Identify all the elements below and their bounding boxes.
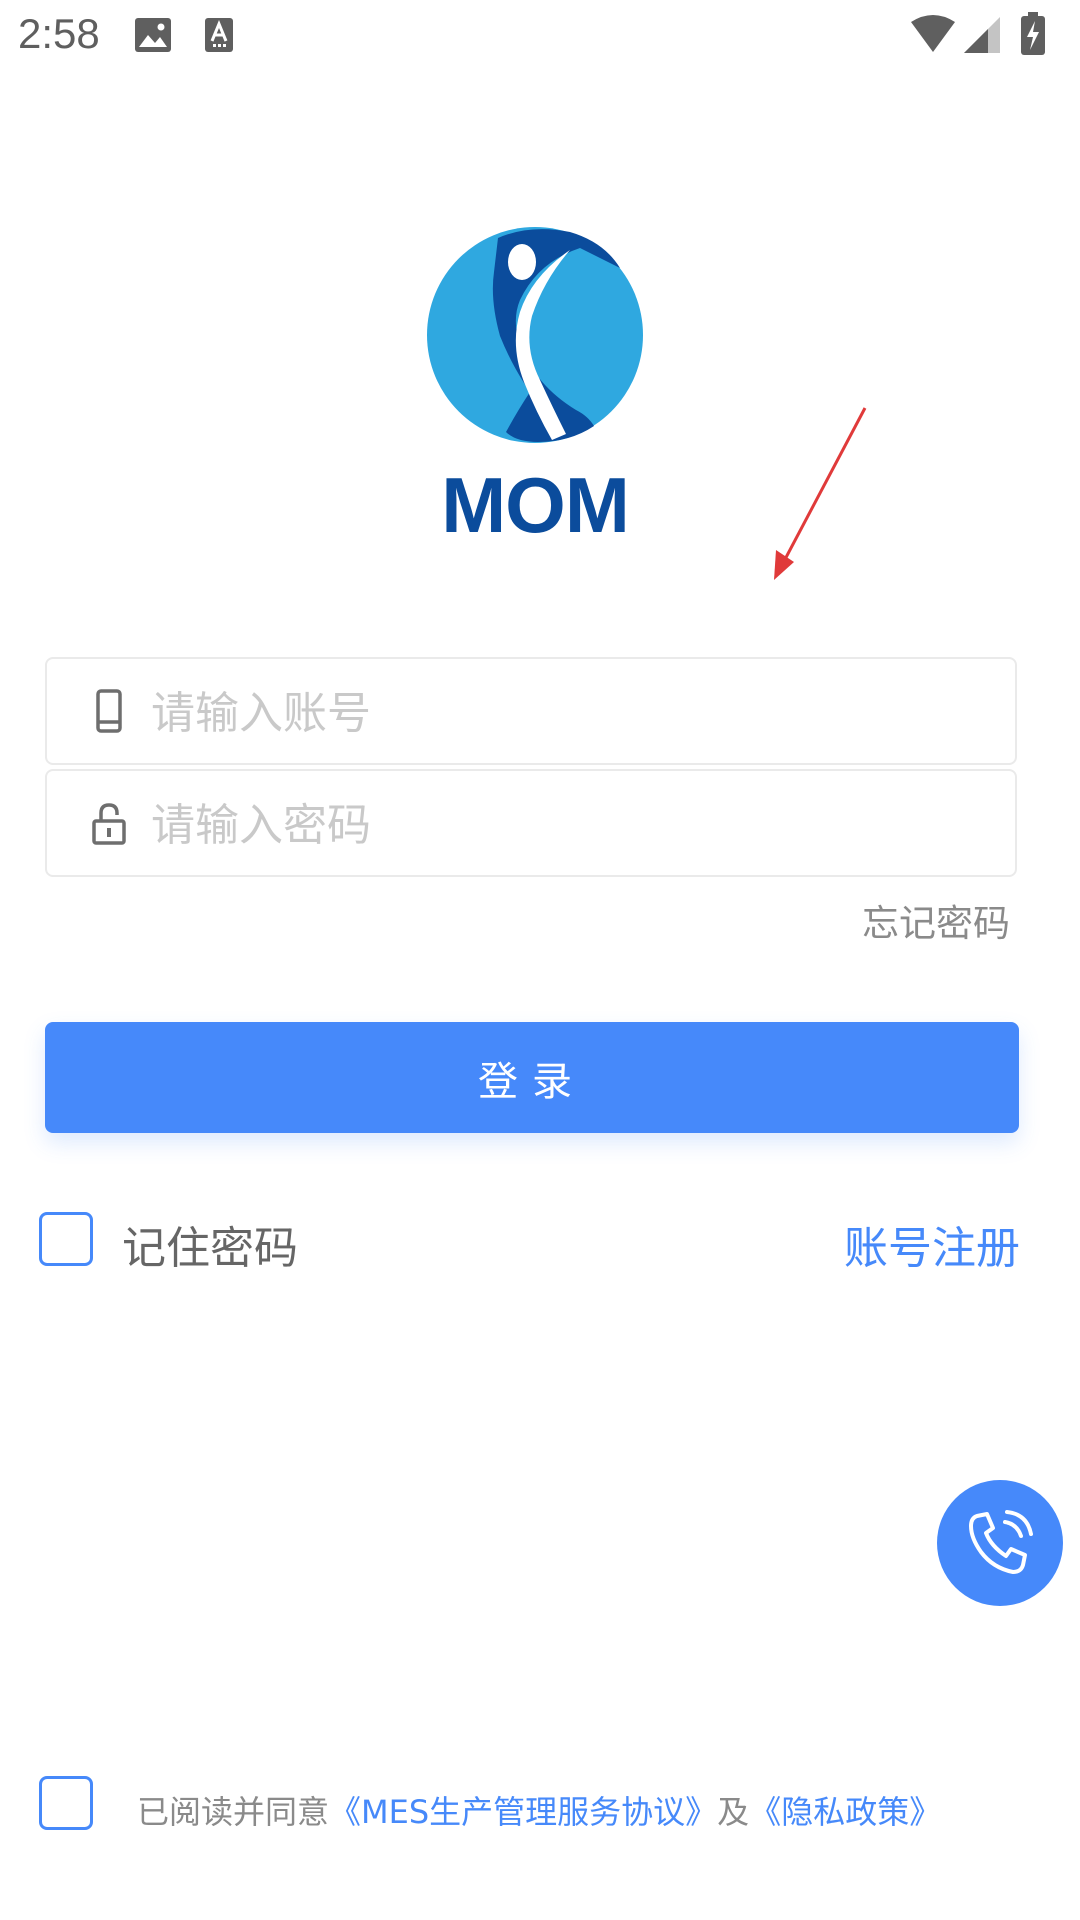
battery-charging-icon [1021, 12, 1045, 55]
status-bar: 2:58 [0, 0, 1080, 72]
account-field[interactable] [45, 657, 1017, 765]
account-input[interactable] [149, 677, 993, 749]
remember-password-checkbox[interactable] [39, 1212, 93, 1266]
login-button[interactable]: 登录 [45, 1022, 1019, 1133]
a-notification-icon [205, 18, 233, 52]
image-icon [135, 18, 171, 52]
status-time: 2:58 [18, 10, 100, 57]
service-agreement-link[interactable]: 《MES生产管理服务协议》 [329, 1793, 717, 1831]
privacy-policy-link[interactable]: 《隐私政策》 [749, 1793, 941, 1831]
phone-call-icon [969, 1510, 1033, 1574]
agreement-checkbox[interactable] [39, 1776, 93, 1830]
agreement-connector: 及 [717, 1793, 750, 1831]
password-input[interactable] [149, 789, 993, 861]
wifi-icon [911, 15, 955, 52]
cell-signal-icon [964, 17, 1000, 53]
logo-emblem-icon [427, 227, 643, 443]
remember-password-label: 记住密码 [122, 1223, 298, 1274]
forgot-password-link[interactable]: 忘记密码 [862, 893, 1010, 947]
annotation-arrow-icon [774, 407, 867, 580]
password-field[interactable] [45, 769, 1017, 877]
phone-icon [96, 689, 122, 733]
lock-icon [92, 803, 126, 845]
call-button[interactable] [937, 1480, 1063, 1606]
app-logo: MOM [420, 220, 650, 550]
agreement-text: 已阅读并同意《MES生产管理服务协议》及《隐私政策》 [137, 1787, 941, 1833]
agreement-prefix: 已阅读并同意 [137, 1793, 330, 1831]
logo-text: MOM [441, 461, 630, 549]
register-account-link[interactable]: 账号注册 [844, 1212, 1020, 1276]
